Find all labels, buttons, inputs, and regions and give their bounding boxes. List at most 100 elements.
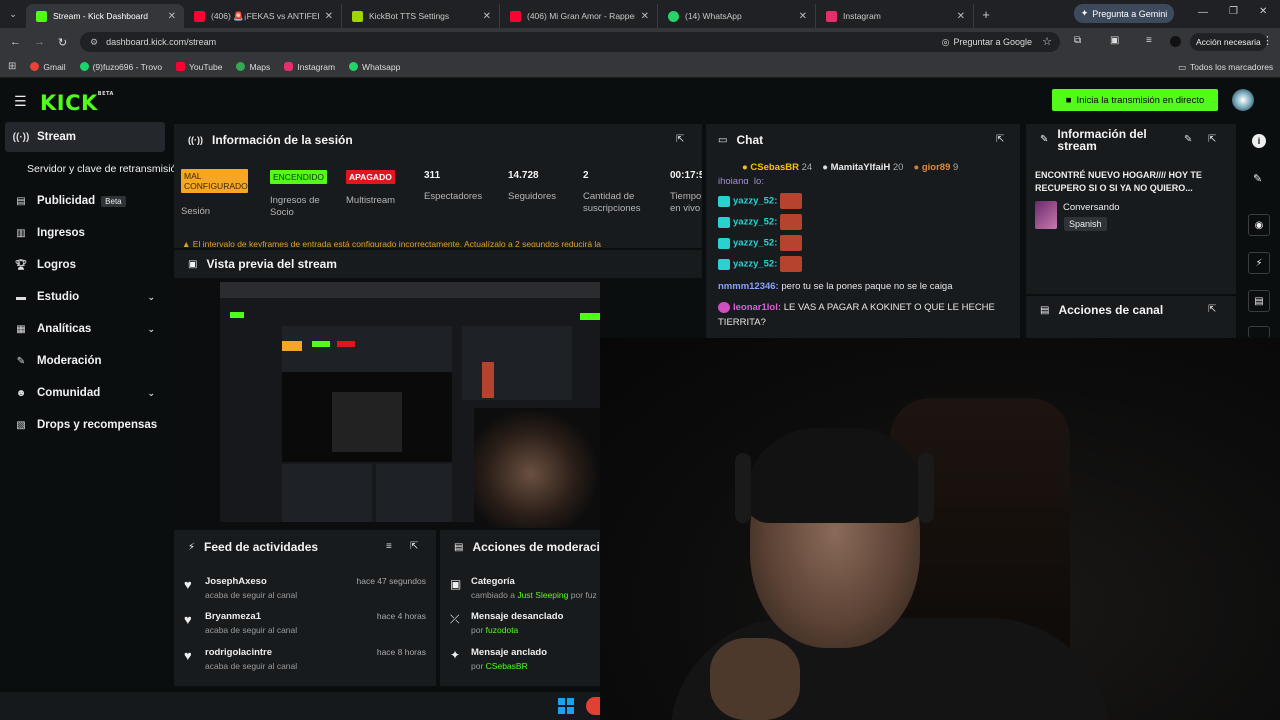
top-chatter[interactable]: ● gior89 9 [913,162,958,173]
ask-google-label: Preguntar a Google [953,37,1032,47]
site-info-icon[interactable]: ⚙ [90,37,98,48]
emote-icon [780,256,803,272]
sidebar-item-drops[interactable]: ▧ Drops y recompensas [5,410,165,440]
tab-youtube-rapper[interactable]: (406) Mi Gran Amor - Rapper S... ✕ [500,4,658,28]
moderator-link[interactable]: fuzodota [486,625,519,635]
bookmark-whatsapp[interactable]: Whatsapp [349,62,400,72]
sidebar-item-server-key[interactable]: Servidor y clave de retransmisión [5,154,182,184]
sidebar-item-ads[interactable]: ▤ Publicidad Beta [5,186,165,216]
bookmark-gmail[interactable]: Gmail [30,62,66,72]
info-icon[interactable]: i [1252,134,1266,148]
sidebar-item-moderation[interactable]: ✎ Moderación [5,346,165,376]
category-link[interactable]: Just Sleeping [517,590,568,600]
mod-action-sub: por [471,661,484,671]
category-thumbnail[interactable] [1035,201,1057,229]
popout-icon[interactable]: ⇱ [676,134,684,145]
pin-icon: ✦ [450,648,461,662]
action-required-button[interactable]: Acción necesaria [1190,33,1267,51]
chat-user[interactable]: yazzy_52: [733,238,777,249]
hamburger-menu-icon[interactable]: ☰ [14,93,27,110]
close-window-icon[interactable]: ✕ [1259,6,1267,17]
bookmark-instagram[interactable]: Instagram [284,62,335,72]
chat-message: yazzy_52: [718,256,803,272]
address-bar[interactable]: ⚙ dashboard.kick.com/stream ◎ Preguntar … [80,32,1060,52]
top-chatter[interactable]: ● MamitaYIfaiH 20 [822,162,903,173]
ask-google-button[interactable]: ◎ Preguntar a Google [942,35,1032,49]
moderator-link[interactable]: CSebasBR [486,661,528,671]
tab-kickbot[interactable]: KickBot TTS Settings ✕ [342,4,500,28]
follower-name[interactable]: JosephAxeso [205,576,267,587]
chat-user[interactable]: yazzy_52: [733,217,777,228]
popout-icon[interactable]: ⇱ [1208,134,1216,145]
camera-action-button[interactable]: ◉ [1248,214,1270,236]
gemini-button[interactable]: ✦ Pregunta a Gemini [1074,4,1174,23]
pencil-icon[interactable]: ✎ [1253,172,1262,185]
folder-icon: ▭ [1178,62,1187,72]
bookmark-maps[interactable]: Maps [236,62,270,72]
stream-preview-video[interactable] [174,278,600,528]
notes-action-button[interactable]: ▤ [1248,290,1270,312]
sidebar-item-achievements[interactable]: 🏆︎ Logros [5,250,165,280]
bookmark-star-icon[interactable]: ☆ [1042,35,1052,48]
tab-youtube-fekas[interactable]: (406) 🚨¡FEKAS vs ANTIFEKAS! ✕ [184,4,342,28]
bookmark-youtube[interactable]: YouTube [176,62,222,72]
sidebar-item-community[interactable]: ☻ Comunidad ⌄ [5,378,165,408]
go-live-button[interactable]: ■ Inicia la transmisión en directo [1052,89,1218,111]
close-icon[interactable]: ✕ [168,11,176,22]
sidebar-item-revenue[interactable]: ▥ Ingresos [5,218,165,248]
close-icon[interactable]: ✕ [325,11,333,22]
edit-pencil-icon[interactable]: ✎ [1184,134,1192,145]
youtube-favicon-icon [194,10,205,22]
tab-search-icon[interactable]: ⌄ [0,2,26,26]
more-action-button[interactable] [1248,326,1270,338]
new-tab-button[interactable]: + [974,7,998,22]
popout-icon[interactable]: ⇱ [410,541,418,552]
close-icon[interactable]: ✕ [957,11,965,22]
chatter-count: 20 [892,162,904,173]
restore-icon[interactable]: ❐ [1229,6,1238,17]
chrome-taskbar-icon[interactable] [586,697,600,715]
popout-icon[interactable]: ⇱ [1208,304,1216,315]
chat-user[interactable]: leonar1lol: [733,302,781,313]
all-bookmarks-button[interactable]: ▭ Todos los marcadores [1178,62,1273,73]
back-icon[interactable]: ← [10,36,21,48]
panel-title: Chat [736,133,764,147]
follower-name[interactable]: Bryanmeza1 [205,611,261,622]
chat-user[interactable]: yazzy_52: [733,259,777,270]
kick-logo[interactable]: KICKBETA [40,91,114,115]
tab-kick-dashboard[interactable]: Stream - Kick Dashboard ✕ [26,4,184,28]
screenshot-icon[interactable]: ▣ [1110,35,1119,46]
flash-action-button[interactable]: ⚡︎ [1248,252,1270,274]
apps-grid-icon[interactable]: ⊞ [8,61,16,72]
windows-start-icon[interactable] [558,698,574,714]
chatter-name: MamitaYIfaiH [830,162,891,173]
chat-user[interactable]: yazzy_52: [733,196,777,207]
filter-icon[interactable]: ≡ [386,541,392,552]
session-info-title: ((·)) Información de la sesión [188,133,353,147]
user-avatar[interactable] [1232,89,1254,111]
top-chatter[interactable]: ● CSebasBR 24 [742,162,812,173]
close-icon[interactable]: ✕ [641,11,649,22]
category-name[interactable]: Conversando [1063,202,1120,213]
popout-icon[interactable]: ⇱ [996,134,1004,145]
bookmark-trovo[interactable]: (9)fuzo696 - Trovo [79,62,162,72]
close-icon[interactable]: ✕ [799,11,807,22]
close-icon[interactable]: ✕ [483,11,491,22]
sidebar-item-analytics[interactable]: ▦ Analíticas ⌄ [5,314,165,344]
follower-name[interactable]: rodrigolacintre [205,647,272,658]
minimize-icon[interactable]: — [1198,7,1208,18]
profile-avatar[interactable] [1170,36,1181,47]
forward-icon[interactable]: → [34,36,45,48]
nested-feed-panel [282,464,372,522]
chat-message: leonar1lol: LE VAS A PAGAR A KOKINET O Q… [718,302,995,313]
chat-user[interactable]: nmmm12346: [718,281,779,292]
tab-whatsapp[interactable]: (14) WhatsApp ✕ [658,4,816,28]
tab-instagram[interactable]: Instagram ✕ [816,4,974,28]
reload-icon[interactable]: ↻ [58,36,67,49]
sidebar-item-stream[interactable]: ((·)) Stream [5,122,165,152]
media-icon[interactable]: ≡ [1146,35,1152,46]
sidebar-item-studio[interactable]: ▬ Estudio ⌄ [5,282,165,312]
menu-kebab-icon[interactable]: ⋮ [1262,34,1273,47]
extensions-icon[interactable]: ⧉ [1074,35,1081,46]
heart-icon: ♥ [184,648,192,663]
